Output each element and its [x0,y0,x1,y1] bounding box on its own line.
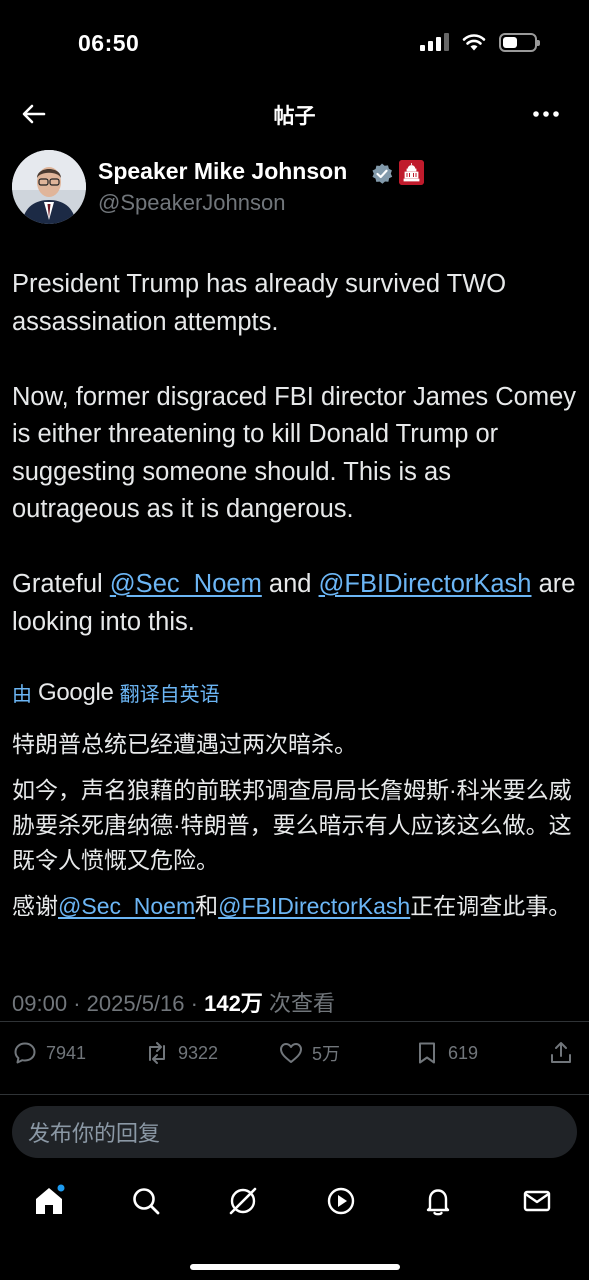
reply-placeholder: 发布你的回复 [28,1121,161,1146]
reply-button[interactable]: 7941 [12,1040,86,1066]
like-count: 5万 [312,1044,341,1064]
action-bar: 7941 9322 5万 619 [12,1040,577,1074]
divider [0,1094,589,1095]
more-horizontal-icon[interactable] [531,102,561,126]
translation-prefix: 由 [12,684,32,706]
translated-paragraph: 感谢@Sec_Noem和@FBIDirectorKash正在调查此事。 [12,889,582,924]
tweet-paragraph: Now, former disgraced FBI director James… [12,382,577,524]
like-button[interactable]: 5万 [278,1040,340,1066]
mention-link[interactable]: @Sec_Noem [110,570,262,598]
reply-count: 7941 [46,1042,87,1063]
page-title: 帖子 [273,105,316,128]
avatar[interactable] [12,150,86,224]
meta-separator: · [73,991,81,1016]
meta-separator: · [190,991,198,1016]
mail-icon[interactable] [520,1184,554,1218]
bookmark-icon [419,1042,435,1064]
share-icon [551,1042,571,1063]
bookmark-count: 619 [448,1042,479,1063]
wifi-icon [462,34,486,51]
repost-button[interactable]: 9322 [144,1040,218,1066]
translation-attribution[interactable]: 由 Google 翻译自英语 [12,678,220,707]
divider [0,1021,589,1022]
translated-paragraph: 特朗普总统已经遭遇过两次暗杀。 [12,731,357,757]
tweet-paragraph: President Trump has already survived TWO… [12,270,507,336]
text-fragment: Grateful [12,570,110,598]
heart-icon [280,1043,302,1063]
mention-link[interactable]: @Sec_Noem [58,893,195,919]
post-time: 09:00 [12,991,68,1016]
views-count[interactable]: 142万 [204,991,263,1016]
post-header: 帖子 [0,88,589,140]
status-icons [420,32,540,52]
translated-text: 特朗普总统已经遭遇过两次暗杀。 如今，声名狼藉的前联邦调查局局长詹姆斯·科米要么… [12,727,582,935]
google-logo: Google [38,678,114,706]
share-button[interactable] [548,1040,574,1066]
battery-icon [499,32,540,52]
cellular-signal-icon [420,33,449,51]
bottom-nav [0,1168,589,1280]
tweet-paragraph: Grateful @Sec_Noem and @FBIDirectorKash … [12,566,582,641]
author-name[interactable]: Speaker Mike Johnson [98,158,347,185]
comment-icon [14,1042,36,1064]
post-meta: 09:00 · 2025/5/16 · 142万 次查看 [12,986,335,1018]
post-date: 2025/5/16 [86,991,185,1016]
author-block: Speaker Mike Johnson @SpeakerJohnson [12,150,577,230]
translation-suffix: 翻译自英语 [119,684,220,706]
search-icon[interactable] [129,1184,163,1218]
views-label: 次查看 [268,991,335,1016]
mention-link[interactable]: @FBIDirectorKash [218,893,410,919]
repost-icon [149,1042,165,1064]
status-time: 06:50 [78,30,140,56]
play-icon[interactable] [324,1184,358,1218]
bell-icon[interactable] [421,1184,455,1218]
author-handle[interactable]: @SpeakerJohnson [98,190,285,216]
bookmark-button[interactable]: 619 [414,1040,478,1066]
grok-icon[interactable] [226,1184,260,1218]
text-fragment: 感谢 [12,893,58,919]
verified-badge-icon[interactable] [370,162,394,186]
reply-input[interactable]: 发布你的回复 [12,1106,577,1158]
text-fragment: 和 [195,893,219,919]
translated-paragraph: 如今，声名狼藉的前联邦调查局局长詹姆斯·科米要么威胁要杀死唐纳德·特朗普，要么暗… [12,777,572,873]
tweet-text: President Trump has already survived TWO… [12,266,582,641]
text-fragment: and [261,570,319,598]
repost-count: 9322 [178,1042,219,1063]
home-icon[interactable] [32,1184,66,1218]
mention-link[interactable]: @FBIDirectorKash [319,570,532,598]
text-fragment: 正在调查此事。 [410,893,572,919]
capitol-badge-icon[interactable] [399,160,424,185]
home-indicator [190,1264,400,1270]
status-bar: 06:50 [0,0,589,88]
